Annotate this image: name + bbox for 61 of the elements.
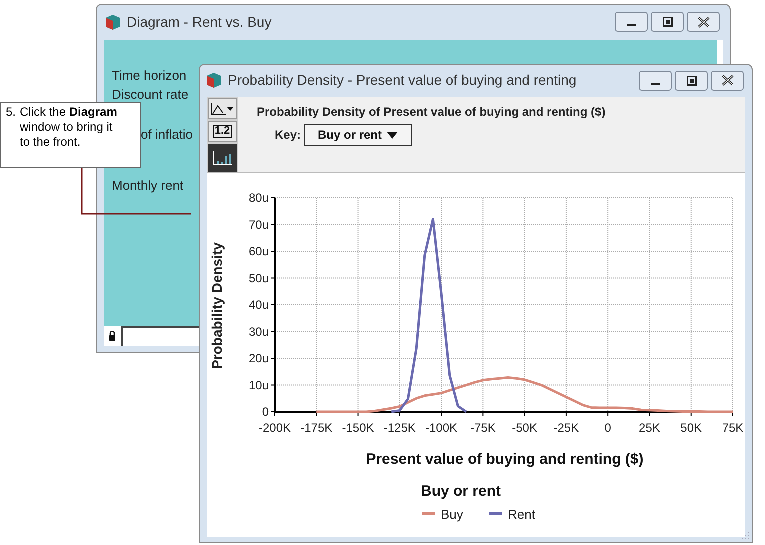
bar-chart-icon: [212, 150, 232, 166]
x-tick-label: 0: [604, 421, 612, 435]
close-icon: [698, 16, 710, 28]
y-tick-label: 20u: [248, 352, 269, 366]
graph-view-button[interactable]: [208, 144, 237, 172]
node-label: Monthly rent: [112, 177, 184, 195]
key-dropdown[interactable]: Buy or rent: [304, 124, 412, 146]
x-tick-label: -75K: [470, 421, 496, 435]
resize-grip-icon[interactable]: [740, 530, 750, 540]
line-chart-icon: [210, 102, 234, 116]
close-button[interactable]: [711, 70, 744, 90]
y-tick-label: 30u: [248, 324, 269, 339]
x-tick-label: 75K: [722, 421, 744, 435]
app-icon: [206, 72, 222, 89]
node-label: Time horizon: [112, 67, 187, 85]
minimize-button[interactable]: [615, 12, 648, 32]
minimize-icon: [627, 24, 636, 26]
legend-label: Buy: [441, 507, 464, 522]
y-axis-title: Probability Density: [209, 242, 225, 370]
minimize-button[interactable]: [639, 70, 672, 90]
y-tick-label: 50u: [248, 271, 269, 286]
window-title: Diagram - Rent vs. Buy: [127, 12, 272, 32]
app-icon: [105, 14, 121, 30]
x-tick-label: -50K: [512, 421, 538, 435]
legend-title: Buy or rent: [421, 483, 501, 500]
step-number: 5.: [6, 105, 16, 121]
x-tick-label: -150K: [342, 421, 374, 435]
x-tick-label: 50K: [680, 421, 702, 435]
x-tick-label: -175K: [300, 421, 333, 435]
table-view-button[interactable]: 1.2: [208, 121, 237, 142]
node-label: of inflatio: [141, 126, 194, 144]
x-tick-label: -125K: [384, 421, 416, 435]
y-tick-label: 80u: [248, 191, 269, 205]
key-label: Key:: [275, 127, 302, 144]
y-tick-label: 10u: [248, 378, 269, 392]
x-axis-title: Present value of buying and renting ($): [366, 451, 644, 468]
maximize-icon: [686, 76, 696, 86]
chart-type-button[interactable]: [208, 98, 237, 119]
y-tick-label: 70u: [248, 218, 269, 232]
x-tick-label: -100K: [426, 421, 458, 435]
callout-text: Click the Diagram window to bring it to the front.: [20, 105, 118, 151]
x-tick-label: -200K: [258, 421, 292, 435]
chart-heading: Probability Density of Present value of buying and renting ($): [257, 104, 606, 121]
maximize-icon: [662, 17, 672, 27]
legend-label: Rent: [508, 507, 536, 522]
scroll-bar[interactable]: [717, 40, 723, 64]
window-title: Probability Density - Present value of buying and renting: [228, 71, 577, 90]
minimize-icon: [651, 82, 660, 84]
lock-icon[interactable]: [109, 330, 116, 342]
caret-icon: [387, 132, 398, 138]
maximize-button[interactable]: [675, 70, 708, 90]
x-tick-label: 25K: [639, 421, 660, 435]
y-tick-label: 60u: [248, 244, 269, 258]
x-tick-label: -25K: [554, 421, 580, 435]
node-label: Discount rate: [112, 86, 189, 104]
y-tick-label: 0: [262, 405, 269, 419]
maximize-button[interactable]: [651, 12, 684, 32]
input-field[interactable]: [121, 326, 199, 346]
y-tick-label: 40u: [248, 298, 269, 312]
close-icon: [722, 75, 734, 86]
close-button[interactable]: [687, 12, 720, 32]
